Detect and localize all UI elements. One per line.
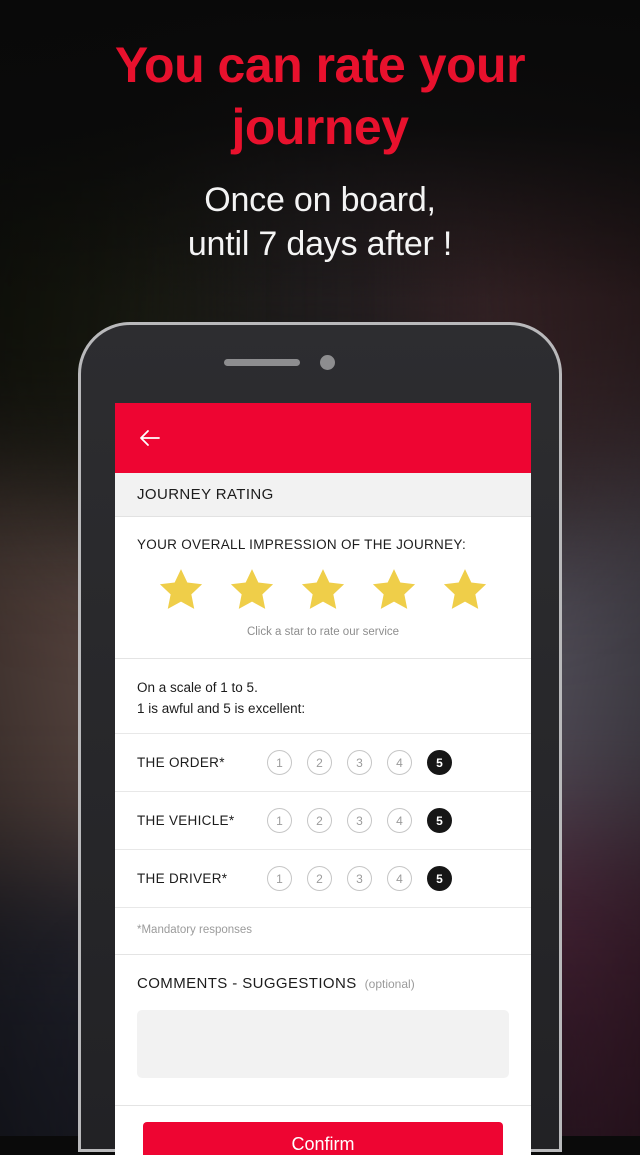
front-camera-icon (320, 355, 335, 370)
comments-card: COMMENTS - SUGGESTIONS (optional) (115, 954, 531, 1105)
rating-options: 1 2 3 4 5 (267, 750, 452, 775)
star-icon[interactable] (158, 566, 204, 612)
app-screen: JOURNEY RATING YOUR OVERALL IMPRESSION O… (115, 403, 531, 1155)
rating-option-4[interactable]: 4 (387, 808, 412, 833)
star-icon[interactable] (229, 566, 275, 612)
rating-option-2[interactable]: 2 (307, 808, 332, 833)
promo-subheadline: Once on board, until 7 days after ! (0, 178, 640, 266)
promo-subline-1: Once on board, (204, 181, 436, 219)
rating-option-3[interactable]: 3 (347, 866, 372, 891)
comments-input[interactable] (137, 1010, 509, 1078)
star-rating[interactable] (115, 552, 531, 612)
rating-row-label: THE VEHICLE* (137, 813, 235, 828)
star-icon[interactable] (442, 566, 488, 612)
comments-header: COMMENTS - SUGGESTIONS (optional) (115, 955, 531, 992)
rating-option-1[interactable]: 1 (267, 866, 292, 891)
scale-instructions-line2: 1 is awful and 5 is excellent: (137, 701, 306, 716)
page-title: JOURNEY RATING (137, 486, 274, 503)
mandatory-note: *Mandatory responses (115, 907, 531, 954)
overall-impression-label: YOUR OVERALL IMPRESSION OF THE JOURNEY: (137, 537, 467, 552)
phone-mockup: JOURNEY RATING YOUR OVERALL IMPRESSION O… (78, 322, 562, 1155)
rating-option-5[interactable]: 5 (427, 866, 452, 891)
rating-row-order: THE ORDER* 1 2 3 4 5 (115, 733, 531, 791)
promo-headline-line1: You can rate your (114, 37, 526, 93)
rating-option-1[interactable]: 1 (267, 750, 292, 775)
scale-instructions: On a scale of 1 to 5. 1 is awful and 5 i… (115, 659, 531, 733)
rating-option-1[interactable]: 1 (267, 808, 292, 833)
scale-instructions-line1: On a scale of 1 to 5. (137, 680, 258, 695)
rating-option-5[interactable]: 5 (427, 808, 452, 833)
back-arrow-icon[interactable] (137, 425, 163, 451)
rating-option-2[interactable]: 2 (307, 866, 332, 891)
rating-row-driver: THE DRIVER* 1 2 3 4 5 (115, 849, 531, 907)
rating-option-5[interactable]: 5 (427, 750, 452, 775)
promo-headline: You can rate your journey (0, 34, 640, 158)
comments-optional-label: (optional) (364, 977, 415, 991)
comments-title: COMMENTS - SUGGESTIONS (137, 975, 357, 992)
rating-options: 1 2 3 4 5 (267, 866, 452, 891)
rating-option-3[interactable]: 3 (347, 808, 372, 833)
rating-option-3[interactable]: 3 (347, 750, 372, 775)
rating-row-vehicle: THE VEHICLE* 1 2 3 4 5 (115, 791, 531, 849)
app-bar (115, 403, 531, 473)
confirm-button[interactable]: Confirm (143, 1122, 503, 1155)
star-icon[interactable] (300, 566, 346, 612)
scale-rating-card: On a scale of 1 to 5. 1 is awful and 5 i… (115, 658, 531, 954)
star-rating-hint: Click a star to rate our service (246, 626, 400, 638)
page-title-bar: JOURNEY RATING (115, 473, 531, 517)
rating-row-label: THE ORDER* (137, 755, 225, 770)
overall-impression-card: YOUR OVERALL IMPRESSION OF THE JOURNEY: (115, 517, 531, 658)
promo-headline-block: You can rate your journey Once on board,… (0, 34, 640, 266)
rating-options: 1 2 3 4 5 (267, 808, 452, 833)
confirm-card: Confirm (115, 1105, 531, 1155)
speaker-grille-icon (224, 359, 300, 366)
rating-option-2[interactable]: 2 (307, 750, 332, 775)
rating-option-4[interactable]: 4 (387, 750, 412, 775)
rating-row-label: THE DRIVER* (137, 871, 228, 886)
promo-subline-2: until 7 days after ! (187, 225, 453, 263)
rating-option-4[interactable]: 4 (387, 866, 412, 891)
promo-headline-line2: journey (231, 99, 409, 155)
star-icon[interactable] (371, 566, 417, 612)
